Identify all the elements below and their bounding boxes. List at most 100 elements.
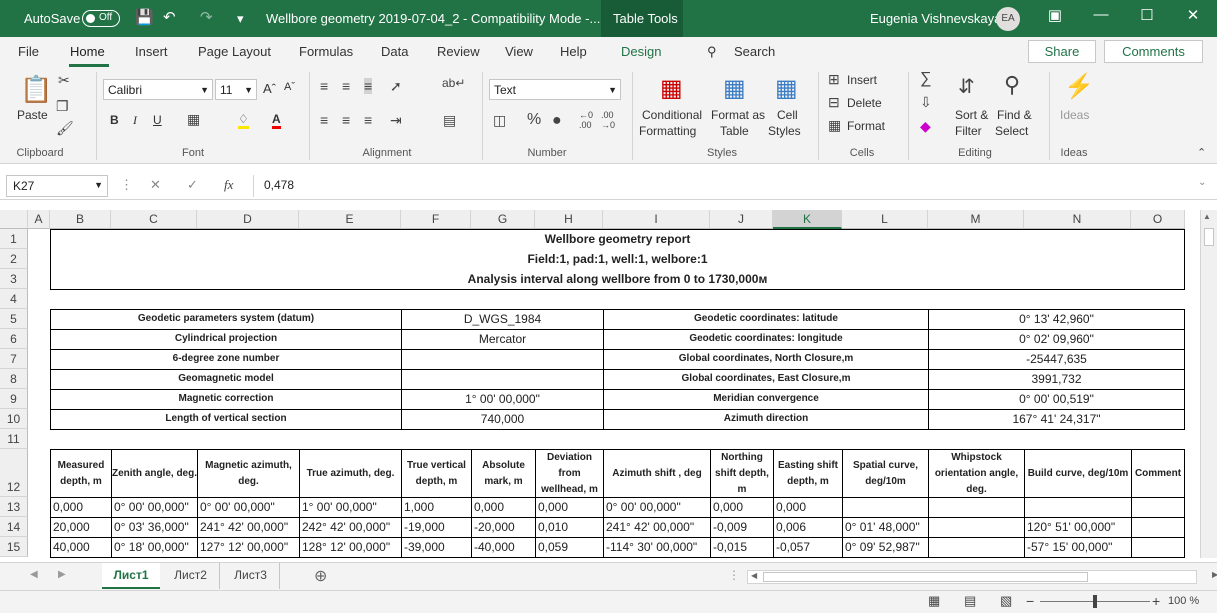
save-icon[interactable]: 💾 [135, 8, 154, 26]
insert-function-icon[interactable]: fx [224, 177, 233, 193]
param-label[interactable]: Geodetic coordinates: longitude [603, 329, 929, 350]
align-middle-icon[interactable]: ≡ [342, 78, 350, 94]
tab-page-layout[interactable]: Page Layout [198, 44, 271, 59]
format-as-table-button[interactable]: Format as [711, 108, 765, 122]
param-value[interactable]: 0° 13' 42,960" [928, 309, 1185, 330]
tab-design[interactable]: Design [621, 44, 661, 59]
table-cell[interactable]: 120° 51' 00,000" [1024, 517, 1132, 538]
table-cell[interactable] [1131, 497, 1185, 518]
tab-insert[interactable]: Insert [135, 44, 168, 59]
redo-icon[interactable]: ↷ [200, 8, 213, 26]
align-top-icon[interactable]: ≡ [320, 78, 328, 94]
name-box[interactable]: K27 ▼ [6, 175, 108, 197]
table-cell[interactable]: 0,000 [50, 497, 112, 518]
ideas-button[interactable]: Ideas [1060, 108, 1089, 122]
table-header-spatial-curve[interactable]: Spatial curve, deg/10m [842, 449, 929, 498]
table-cell[interactable]: 0° 18' 00,000" [111, 537, 198, 558]
cell-styles-button[interactable]: Cell [777, 108, 798, 122]
column-header-g[interactable]: G [471, 210, 535, 229]
orientation-icon[interactable]: ➚ [390, 78, 402, 95]
zoom-out-icon[interactable]: − [1026, 593, 1034, 609]
param-value[interactable]: 167° 41' 24,317" [928, 409, 1185, 430]
tab-split-handle-icon[interactable]: ⋮ [728, 568, 740, 582]
table-cell[interactable]: 0° 00' 00,000" [197, 497, 300, 518]
param-label[interactable]: Length of vertical section [50, 409, 402, 430]
percent-icon[interactable]: % [527, 111, 541, 129]
table-cell[interactable]: 1,000 [401, 497, 472, 518]
sort-filter-button[interactable]: Sort & [955, 108, 988, 122]
normal-view-icon[interactable]: ▦ [928, 593, 940, 609]
maximize-icon[interactable]: ☐ [1132, 6, 1162, 24]
tab-home[interactable]: Home [70, 44, 105, 59]
scroll-right-icon[interactable]: ▶ [1212, 570, 1217, 579]
paste-button[interactable]: Paste [17, 108, 48, 122]
align-bottom-icon[interactable]: ≡ [364, 78, 373, 94]
param-value[interactable]: D_WGS_1984 [401, 309, 604, 330]
column-header-k[interactable]: K [773, 210, 842, 229]
param-label[interactable]: Magnetic correction [50, 389, 402, 410]
cancel-icon[interactable]: ✕ [150, 177, 161, 193]
table-header-true-azimuth[interactable]: True azimuth, deg. [299, 449, 402, 498]
table-cell[interactable]: 40,000 [50, 537, 112, 558]
column-header-b[interactable]: B [50, 210, 111, 229]
italic-icon[interactable]: I [133, 113, 137, 128]
row-header-6[interactable]: 6 [0, 329, 28, 349]
merge-center-icon[interactable]: ▤ [443, 112, 456, 129]
cut-icon[interactable]: ✂ [58, 72, 70, 89]
row-header-11[interactable]: 11 [0, 429, 28, 449]
report-field[interactable]: Field:1, pad:1, well:1, welbore:1 [50, 250, 1185, 269]
table-cell[interactable] [842, 497, 929, 518]
table-cell[interactable]: 0° 00' 00,000" [603, 497, 711, 518]
param-value[interactable] [401, 349, 604, 370]
param-value[interactable]: 740,000 [401, 409, 604, 430]
table-header-magnetic-azimuth[interactable]: Magnetic azimuth, deg. [197, 449, 300, 498]
report-title[interactable]: Wellbore geometry report [50, 230, 1185, 249]
param-value[interactable]: -25447,635 [928, 349, 1185, 370]
scroll-left-icon[interactable]: ◀ [751, 571, 757, 580]
font-color-icon[interactable]: A [272, 112, 281, 129]
table-cell[interactable]: 0° 00' 00,000" [111, 497, 198, 518]
table-cell[interactable]: 0,000 [773, 497, 843, 518]
column-header-n[interactable]: N [1024, 210, 1131, 229]
row-header-3[interactable]: 3 [0, 269, 28, 289]
table-cell[interactable]: -0,015 [710, 537, 774, 558]
clear-icon[interactable]: ◆ [920, 118, 931, 135]
param-label[interactable]: Global coordinates, East Closure,m [603, 369, 929, 390]
row-header-13[interactable]: 13 [0, 497, 28, 517]
cell-styles-icon[interactable]: ▦ [775, 74, 798, 103]
underline-icon[interactable]: U [153, 113, 162, 127]
row-header-2[interactable]: 2 [0, 249, 28, 269]
table-cell[interactable]: 127° 12' 00,000" [197, 537, 300, 558]
fill-color-icon[interactable]: ♢ [238, 112, 249, 129]
customize-toolbar-icon[interactable]: ▾ [237, 11, 244, 27]
ideas-icon[interactable]: ⚡ [1064, 72, 1094, 101]
avatar[interactable]: EA [996, 7, 1020, 31]
insert-cells-button[interactable]: Insert [847, 73, 877, 87]
row-header-8[interactable]: 8 [0, 369, 28, 389]
horizontal-scrollbar[interactable]: ◀ [747, 570, 1197, 584]
row-header-15[interactable]: 15 [0, 537, 28, 557]
shrink-font-icon[interactable]: Aˇ [284, 81, 295, 93]
param-value[interactable]: 0° 00' 00,519" [928, 389, 1185, 410]
table-cell[interactable]: -0,009 [710, 517, 774, 538]
row-header-9[interactable]: 9 [0, 389, 28, 409]
table-header-absolute-mark[interactable]: Absolute mark, m [471, 449, 536, 498]
table-cell[interactable] [928, 517, 1025, 538]
table-cell[interactable]: 0° 01' 48,000" [842, 517, 929, 538]
comments-button[interactable]: Comments [1104, 40, 1203, 63]
row-header-12[interactable]: 12 [0, 449, 28, 497]
insert-cells-icon[interactable]: ⊞ [828, 71, 840, 88]
row-header-10[interactable]: 10 [0, 409, 28, 429]
enter-icon[interactable]: ✓ [187, 177, 198, 193]
conditional-formatting-icon[interactable]: ▦ [660, 74, 683, 103]
scroll-up-icon[interactable]: ▲ [1203, 212, 1211, 221]
param-value[interactable]: 0° 02' 09,960" [928, 329, 1185, 350]
sheet-tab-2[interactable]: Лист2 [162, 563, 220, 589]
align-right-icon[interactable]: ≡ [364, 112, 372, 128]
comma-style-icon[interactable]: ● [552, 112, 562, 130]
decrease-decimal-icon[interactable]: .00 →0 [601, 110, 615, 130]
delete-cells-button[interactable]: Delete [847, 96, 882, 110]
sheet-tab-3[interactable]: Лист3 [222, 563, 280, 589]
table-cell[interactable]: -20,000 [471, 517, 536, 538]
autosave-toggle[interactable]: Off [82, 10, 120, 27]
